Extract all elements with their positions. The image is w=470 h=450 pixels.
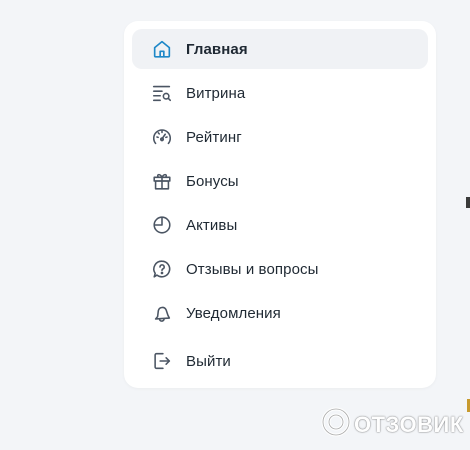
menu-item-logout[interactable]: Выйти [132,341,428,381]
home-icon [150,37,174,61]
menu-item-label: Бонусы [186,172,239,190]
gift-icon [150,169,174,193]
menu-item-label: Витрина [186,84,246,102]
menu-item-label: Главная [186,40,248,58]
menu-item-label: Рейтинг [186,128,242,146]
menu-item-notifications[interactable]: Уведомления [132,293,428,333]
bell-icon [150,301,174,325]
edge-fragment [466,197,470,208]
otzovik-logo-icon [320,406,352,443]
watermark-text: ОТЗОВИК [354,411,464,437]
menu-item-label: Выйти [186,352,231,370]
speedometer-icon [150,125,174,149]
navigation-menu: Главная Витрина Рейтинг Бонусы Активы От… [124,21,436,388]
otzovik-watermark: ОТЗОВИК [320,406,464,443]
menu-item-bonuses[interactable]: Бонусы [132,161,428,201]
menu-item-showcase[interactable]: Витрина [132,73,428,113]
menu-item-rating[interactable]: Рейтинг [132,117,428,157]
menu-item-label: Отзывы и вопросы [186,260,319,278]
menu-item-label: Активы [186,216,238,234]
menu-item-reviews[interactable]: Отзывы и вопросы [132,249,428,289]
pie-chart-icon [150,213,174,237]
logout-icon [150,349,174,373]
menu-item-home[interactable]: Главная [132,29,428,69]
question-bubble-icon [150,257,174,281]
list-search-icon [150,81,174,105]
menu-item-assets[interactable]: Активы [132,205,428,245]
menu-item-label: Уведомления [186,304,281,322]
